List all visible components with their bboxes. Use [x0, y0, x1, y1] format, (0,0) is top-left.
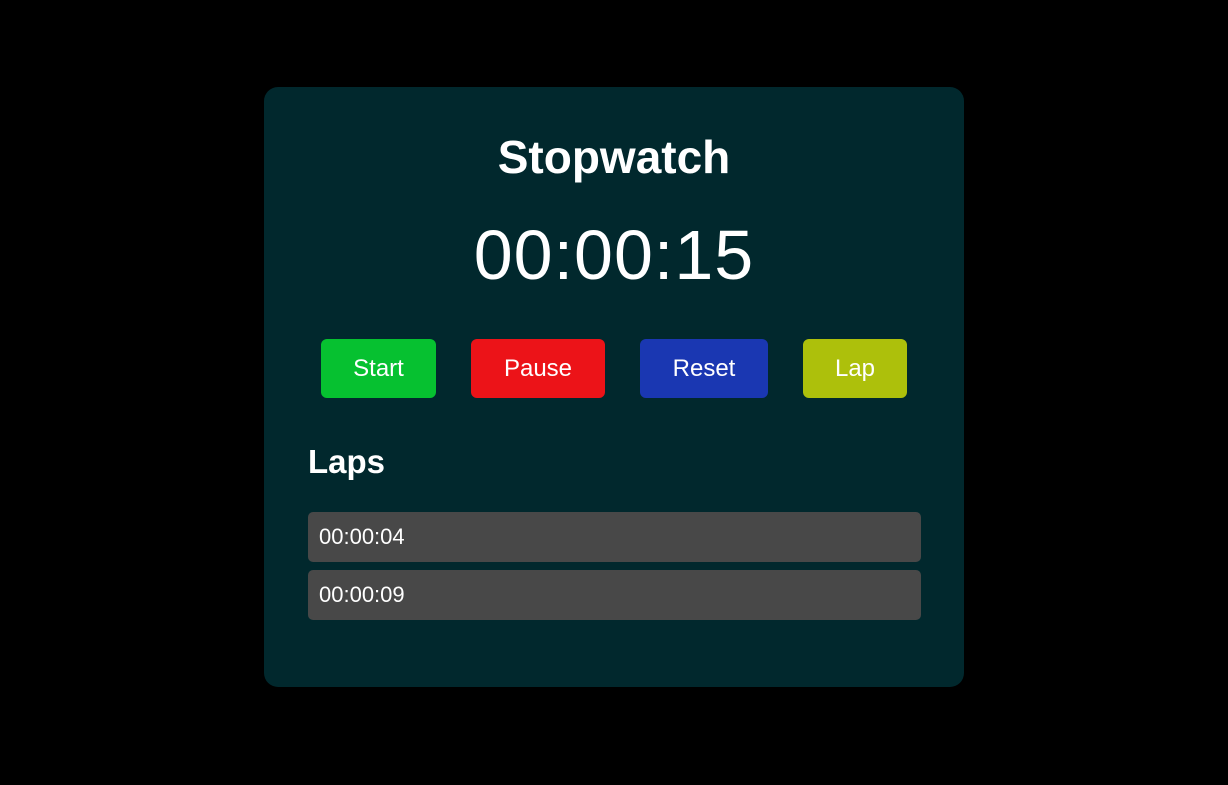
page-title: Stopwatch: [497, 131, 731, 183]
pause-button[interactable]: Pause: [471, 339, 605, 398]
stopwatch-card: Stopwatch 00:00:15 Start Pause Reset Lap…: [264, 87, 964, 687]
time-display: 00:00:15: [473, 216, 755, 294]
lap-button[interactable]: Lap: [803, 339, 907, 398]
lap-item: 00:00:09: [308, 570, 921, 620]
start-button[interactable]: Start: [321, 339, 436, 398]
laps-heading: Laps: [308, 443, 386, 480]
lap-item: 00:00:04: [308, 512, 921, 562]
laps-list: 00:00:04 00:00:09: [308, 512, 921, 628]
reset-button[interactable]: Reset: [640, 339, 768, 398]
